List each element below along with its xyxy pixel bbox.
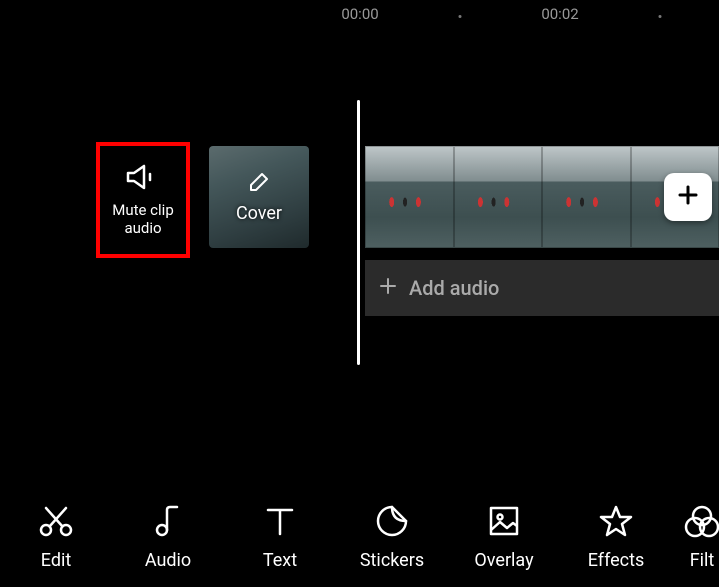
effects-button[interactable]: Effects bbox=[560, 504, 672, 571]
sticker-icon bbox=[375, 504, 409, 538]
ruler-tick bbox=[659, 15, 662, 18]
text-icon bbox=[263, 504, 297, 538]
filters-button[interactable]: Filt bbox=[672, 504, 719, 571]
ruler-tick bbox=[459, 15, 462, 18]
add-clip-button[interactable] bbox=[664, 173, 712, 221]
effects-label: Effects bbox=[588, 550, 645, 571]
cover-label: Cover bbox=[236, 203, 282, 224]
plus-icon bbox=[676, 183, 700, 211]
clip-frame bbox=[542, 146, 631, 248]
audio-button[interactable]: Audio bbox=[112, 504, 224, 571]
music-note-icon bbox=[151, 504, 185, 538]
edit-label: Edit bbox=[41, 550, 71, 571]
time-ruler: 00:00 00:02 bbox=[0, 5, 719, 35]
bottom-toolbar: Edit Audio Text Stickers bbox=[0, 481, 719, 571]
overlay-label: Overlay bbox=[474, 550, 533, 571]
pencil-icon bbox=[248, 171, 270, 197]
overlay-button[interactable]: Overlay bbox=[448, 504, 560, 571]
ruler-time-0: 00:00 bbox=[341, 5, 378, 23]
filters-icon bbox=[684, 504, 719, 538]
stickers-label: Stickers bbox=[360, 550, 424, 571]
stickers-button[interactable]: Stickers bbox=[336, 504, 448, 571]
mute-label: Mute clip audio bbox=[112, 201, 174, 237]
volume-icon bbox=[126, 163, 160, 195]
add-audio-button[interactable]: Add audio bbox=[365, 260, 719, 316]
image-icon bbox=[487, 504, 521, 538]
text-label: Text bbox=[263, 550, 297, 571]
ruler-time-2: 00:02 bbox=[541, 5, 578, 23]
edit-button[interactable]: Edit bbox=[0, 504, 112, 571]
text-button[interactable]: Text bbox=[224, 504, 336, 571]
star-icon bbox=[598, 504, 634, 538]
add-audio-label: Add audio bbox=[409, 276, 499, 300]
plus-icon bbox=[379, 276, 397, 300]
cover-button[interactable]: Cover bbox=[209, 146, 309, 248]
clip-frame bbox=[365, 146, 454, 248]
clip-frame bbox=[454, 146, 543, 248]
mute-clip-audio-button[interactable]: Mute clip audio bbox=[96, 142, 190, 258]
audio-label: Audio bbox=[145, 550, 191, 571]
playhead[interactable] bbox=[357, 100, 360, 365]
scissors-icon bbox=[36, 504, 76, 538]
filters-label: Filt bbox=[690, 550, 715, 571]
timeline-area: Mute clip audio Cover Add audio bbox=[0, 100, 719, 370]
